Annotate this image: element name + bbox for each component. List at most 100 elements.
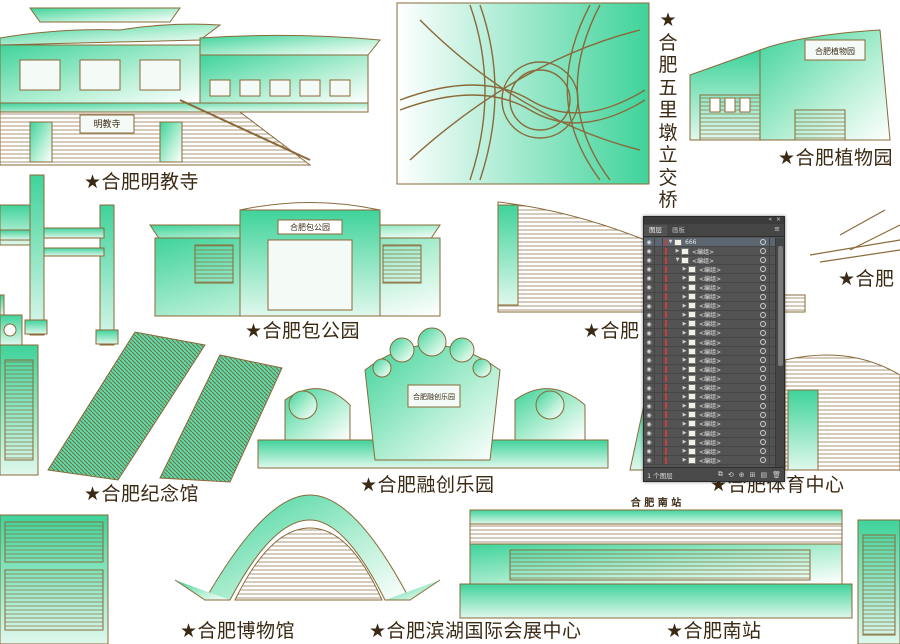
visibility-eye-icon[interactable]: ◉ xyxy=(644,410,655,419)
target-circle-icon[interactable] xyxy=(760,293,766,300)
lock-toggle[interactable] xyxy=(655,274,663,283)
layer-name[interactable]: <编组> xyxy=(699,283,760,292)
target-circle-icon[interactable] xyxy=(760,375,766,382)
visibility-eye-icon[interactable]: ◉ xyxy=(644,265,655,274)
expand-triangle-icon[interactable]: ▶ xyxy=(681,275,688,281)
expand-triangle-icon[interactable]: ▶ xyxy=(681,303,688,309)
layer-name[interactable]: <编组> xyxy=(699,301,760,310)
expand-triangle-icon[interactable]: ▶ xyxy=(681,294,688,300)
visibility-eye-icon[interactable]: ◉ xyxy=(644,419,655,428)
target-circle-icon[interactable] xyxy=(760,302,766,309)
layer-name[interactable]: <编组> xyxy=(699,274,760,283)
lock-toggle[interactable] xyxy=(655,319,663,328)
visibility-eye-icon[interactable]: ◉ xyxy=(644,328,655,338)
expand-triangle-icon[interactable]: ▶ xyxy=(681,330,688,336)
layer-name[interactable]: <编组> xyxy=(699,401,760,410)
layer-name[interactable]: <编组> xyxy=(699,374,760,383)
expand-triangle-icon[interactable]: ▼ xyxy=(667,239,674,245)
target-circle-icon[interactable] xyxy=(760,266,766,273)
expand-triangle-icon[interactable]: ▶ xyxy=(681,348,688,354)
layer-name[interactable]: <编组> xyxy=(699,338,760,347)
visibility-eye-icon[interactable]: ◉ xyxy=(644,292,655,301)
layer-name[interactable]: <编组> xyxy=(699,429,760,438)
layer-name[interactable]: <编组> xyxy=(699,292,760,301)
expand-triangle-icon[interactable]: ▶ xyxy=(681,448,688,454)
lock-toggle[interactable] xyxy=(655,238,663,247)
lock-toggle[interactable] xyxy=(655,410,663,419)
visibility-eye-icon[interactable]: ◉ xyxy=(644,365,655,374)
layer-name[interactable]: <编组> xyxy=(699,410,760,419)
lock-toggle[interactable] xyxy=(655,392,663,401)
lock-toggle[interactable] xyxy=(655,256,663,265)
visibility-eye-icon[interactable]: ◉ xyxy=(644,456,655,465)
panel-menu-icon[interactable]: ≡ xyxy=(774,225,780,233)
target-circle-icon[interactable] xyxy=(760,402,766,409)
target-circle-icon[interactable] xyxy=(760,311,766,318)
target-circle-icon[interactable] xyxy=(760,457,766,464)
visibility-eye-icon[interactable]: ◉ xyxy=(644,319,655,328)
layer-name[interactable]: <编组> xyxy=(692,256,760,265)
visibility-eye-icon[interactable]: ◉ xyxy=(644,283,655,292)
target-circle-icon[interactable] xyxy=(760,448,766,455)
target-circle-icon[interactable] xyxy=(760,393,766,400)
lock-toggle[interactable] xyxy=(655,292,663,301)
layer-row[interactable]: ◉ ▶ <编组> xyxy=(644,456,777,466)
expand-triangle-icon[interactable]: ▶ xyxy=(681,430,688,436)
expand-triangle-icon[interactable]: ▶ xyxy=(681,421,688,427)
visibility-eye-icon[interactable]: ◉ xyxy=(644,347,655,356)
target-circle-icon[interactable] xyxy=(760,420,766,427)
expand-triangle-icon[interactable]: ▶ xyxy=(681,375,688,381)
target-circle-icon[interactable] xyxy=(760,366,766,373)
lock-toggle[interactable] xyxy=(655,247,663,256)
lock-toggle[interactable] xyxy=(655,447,663,456)
new-sublayer-icon[interactable]: ⊕ xyxy=(739,471,745,479)
layers-panel[interactable]: « × 图层 画板 ≡ ◉ ▼ 666 ◉ ▶ <编组> ◉ ▼ <编组> ◉ ▶ <编组> ◉ ▶ <编组… xyxy=(643,216,785,482)
visibility-eye-icon[interactable]: ◉ xyxy=(644,247,655,256)
expand-triangle-icon[interactable]: ▶ xyxy=(681,385,688,391)
lock-toggle[interactable] xyxy=(655,428,663,438)
visibility-eye-icon[interactable]: ◉ xyxy=(644,301,655,310)
layer-list[interactable]: ◉ ▼ 666 ◉ ▶ <编组> ◉ ▼ <编组> ◉ ▶ <编组> ◉ ▶ <编组> ◉ ▶ <编组> ◉ ▶ <编组… xyxy=(644,238,777,469)
expand-triangle-icon[interactable]: ▶ xyxy=(681,403,688,409)
target-circle-icon[interactable] xyxy=(760,384,766,391)
layer-name[interactable]: <编组> xyxy=(699,365,760,374)
tab-artboards[interactable]: 画板 xyxy=(667,225,690,236)
layer-name[interactable]: <编组> xyxy=(699,319,760,328)
visibility-eye-icon[interactable]: ◉ xyxy=(644,238,655,247)
locate-object-icon[interactable]: ⧉ xyxy=(718,470,723,479)
visibility-eye-icon[interactable]: ◉ xyxy=(644,447,655,456)
layer-name[interactable]: <编组> xyxy=(699,328,760,337)
layer-name[interactable]: <编组> xyxy=(699,265,760,274)
layer-name[interactable]: <编组> xyxy=(699,392,760,401)
close-icon[interactable]: × xyxy=(776,216,781,223)
visibility-eye-icon[interactable]: ◉ xyxy=(644,338,655,347)
expand-triangle-icon[interactable]: ▶ xyxy=(681,357,688,363)
expand-triangle-icon[interactable]: ▶ xyxy=(681,339,688,345)
scrollbar-thumb[interactable] xyxy=(778,246,783,366)
lock-toggle[interactable] xyxy=(655,301,663,310)
target-circle-icon[interactable] xyxy=(760,439,766,446)
expand-triangle-icon[interactable]: ▶ xyxy=(674,248,681,254)
lock-toggle[interactable] xyxy=(655,347,663,356)
lock-toggle[interactable] xyxy=(655,456,663,465)
layer-name[interactable]: <编组> xyxy=(699,456,760,465)
layer-name[interactable]: 666 xyxy=(685,239,760,246)
target-circle-icon[interactable] xyxy=(760,248,766,255)
layer-name[interactable]: <编组> xyxy=(699,356,760,365)
expand-triangle-icon[interactable]: ▶ xyxy=(681,312,688,318)
layer-name[interactable]: <编组> xyxy=(699,310,760,319)
lock-toggle[interactable] xyxy=(655,365,663,374)
layer-name[interactable]: <编组> xyxy=(699,383,760,392)
visibility-eye-icon[interactable]: ◉ xyxy=(644,274,655,283)
visibility-eye-icon[interactable]: ◉ xyxy=(644,356,655,365)
lock-toggle[interactable] xyxy=(655,310,663,319)
layer-name[interactable]: <编组> xyxy=(699,419,760,428)
expand-triangle-icon[interactable]: ▶ xyxy=(681,457,688,463)
visibility-eye-icon[interactable]: ◉ xyxy=(644,256,655,265)
expand-triangle-icon[interactable]: ▶ xyxy=(681,321,688,327)
target-circle-icon[interactable] xyxy=(760,284,766,291)
layer-options-icon[interactable]: ▤ xyxy=(760,471,767,479)
expand-triangle-icon[interactable]: ▶ xyxy=(681,412,688,418)
target-circle-icon[interactable] xyxy=(760,411,766,418)
layer-name[interactable]: <编组> xyxy=(699,347,760,356)
